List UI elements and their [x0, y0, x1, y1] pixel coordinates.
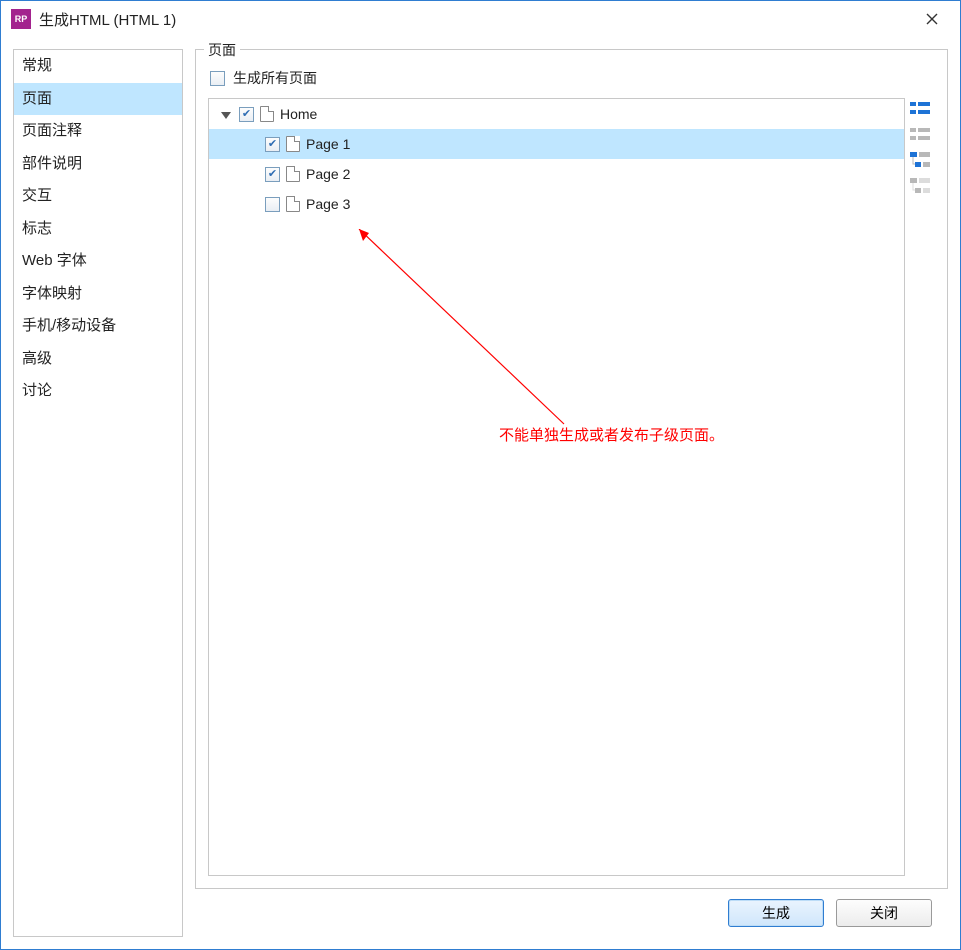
page-icon	[286, 166, 300, 182]
generate-all-label: 生成所有页面	[233, 68, 317, 88]
tree-row-home[interactable]: Home	[209, 99, 904, 129]
groupbox-label: 页面	[204, 40, 240, 60]
tree-row-page3[interactable]: Page 3	[209, 189, 904, 219]
select-none-button[interactable]	[909, 126, 931, 144]
generate-all-row: 生成所有页面	[208, 64, 935, 98]
select-all-icon	[910, 101, 930, 117]
tree-checkbox[interactable]	[265, 167, 280, 182]
generate-all-checkbox[interactable]	[210, 71, 225, 86]
select-children-icon	[910, 152, 930, 170]
sidebar-item-discuss[interactable]: 讨论	[14, 375, 182, 408]
page-icon	[286, 196, 300, 212]
window-close-button[interactable]	[914, 1, 950, 37]
category-sidebar: 常规 页面 页面注释 部件说明 交互 标志 Web 字体 字体映射 手机/移动设…	[13, 49, 183, 937]
close-button[interactable]: 关闭	[836, 899, 932, 927]
generate-button[interactable]: 生成	[728, 899, 824, 927]
sidebar-item-interactions[interactable]: 交互	[14, 180, 182, 213]
window-title: 生成HTML (HTML 1)	[39, 9, 176, 30]
tree-toolbar	[905, 98, 935, 876]
tree-row-page2[interactable]: Page 2	[209, 159, 904, 189]
dialog-content: 常规 页面 页面注释 部件说明 交互 标志 Web 字体 字体映射 手机/移动设…	[1, 37, 960, 949]
tree-row-page1[interactable]: Page 1	[209, 129, 904, 159]
sidebar-item-mobile[interactable]: 手机/移动设备	[14, 310, 182, 343]
sidebar-item-font-mapping[interactable]: 字体映射	[14, 278, 182, 311]
tree-checkbox[interactable]	[239, 107, 254, 122]
sidebar-item-page-notes[interactable]: 页面注释	[14, 115, 182, 148]
deselect-children-button[interactable]	[909, 178, 931, 196]
tree-label: Page 1	[306, 136, 350, 152]
close-icon	[925, 12, 939, 26]
page-icon	[260, 106, 274, 122]
tree-label: Page 2	[306, 166, 350, 182]
sidebar-item-logo[interactable]: 标志	[14, 213, 182, 246]
tree-checkbox[interactable]	[265, 197, 280, 212]
sidebar-item-general[interactable]: 常规	[14, 50, 182, 83]
dialog-window: RP 生成HTML (HTML 1) 常规 页面 页面注释 部件说明 交互 标志…	[0, 0, 961, 950]
dialog-footer: 生成 关闭	[195, 889, 948, 937]
sidebar-item-web-fonts[interactable]: Web 字体	[14, 245, 182, 278]
main-panel: 页面 生成所有页面 Home	[195, 49, 948, 937]
sidebar-item-advanced[interactable]: 高级	[14, 343, 182, 376]
tree-checkbox[interactable]	[265, 137, 280, 152]
select-children-button[interactable]	[909, 152, 931, 170]
tree-label: Page 3	[306, 196, 350, 212]
deselect-children-icon	[910, 178, 930, 196]
select-all-button[interactable]	[909, 100, 931, 118]
app-icon: RP	[11, 9, 31, 29]
page-tree[interactable]: Home Page 1 Page 2	[208, 98, 905, 876]
sidebar-item-pages[interactable]: 页面	[14, 83, 182, 116]
pages-groupbox: 页面 生成所有页面 Home	[195, 49, 948, 889]
annotation-arrow-icon	[339, 229, 569, 439]
page-icon	[286, 136, 300, 152]
expand-toggle-icon[interactable]	[221, 112, 231, 119]
annotation-text: 不能单独生成或者发布子级页面。	[499, 424, 724, 445]
titlebar: RP 生成HTML (HTML 1)	[1, 1, 960, 37]
sidebar-item-widget-notes[interactable]: 部件说明	[14, 148, 182, 181]
tree-label: Home	[280, 106, 317, 122]
select-none-icon	[910, 127, 930, 143]
